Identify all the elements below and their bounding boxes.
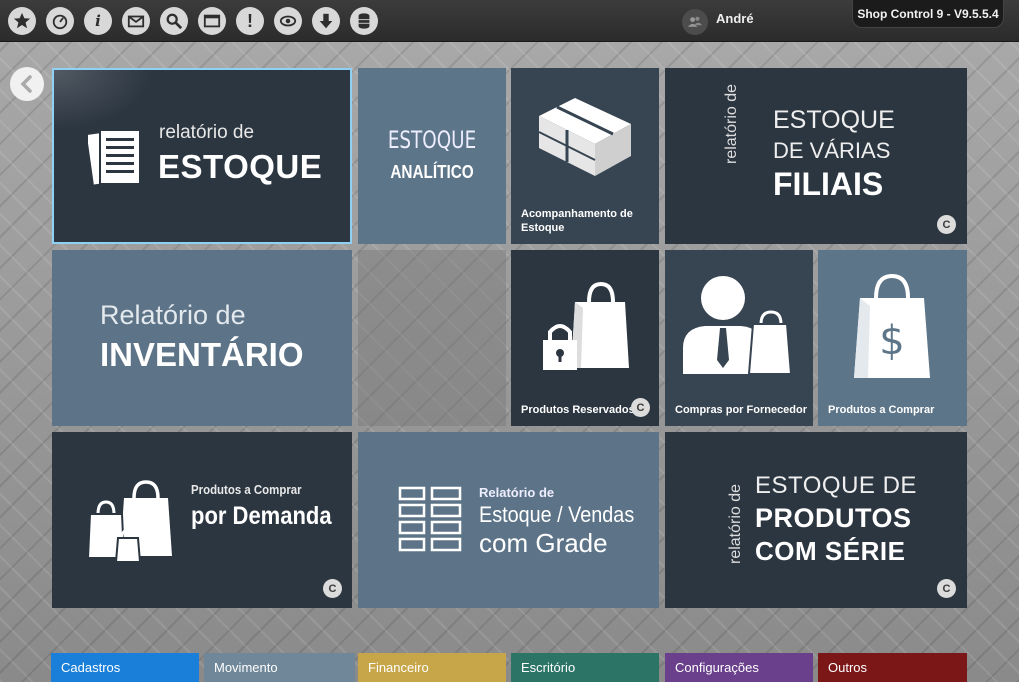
tab-financeiro[interactable]: Financeiro [358, 653, 506, 682]
tile-line2: ESTOQUE [158, 148, 323, 185]
chevron-left-icon [20, 75, 32, 93]
tab-outros[interactable]: Outros [818, 653, 967, 682]
tile-line1: ESTOQUE [387, 126, 477, 154]
money-bag-icon: $ [854, 274, 930, 378]
tile-estoque-analitico[interactable]: ESTOQUE ANALÍTICO [358, 68, 506, 244]
tile-label: Produtos Reservados [521, 404, 635, 416]
tile-inventario[interactable]: Relatório de INVENTÁRIO [52, 250, 352, 426]
dollar-symbol: $ [879, 318, 904, 364]
back-button[interactable] [10, 67, 44, 101]
tile-label: Compras por Fornecedor [675, 404, 808, 416]
tile-estoque-produtos-serie[interactable]: relatório de ESTOQUE DE PRODUTOS COM SÉR… [665, 432, 967, 608]
tile-line2: Estoque [521, 222, 565, 234]
c-badge: C [323, 579, 342, 598]
tile-estoque-varias-filiais[interactable]: relatório de ESTOQUE DE VÁRIAS FILIAIS C [665, 68, 967, 244]
tab-cadastros[interactable]: Cadastros [51, 653, 199, 682]
tile-side-label: relatório de [727, 483, 744, 564]
tile-line2: DE VÁRIAS [773, 138, 891, 163]
version-label: Shop Control 9 - V9.5.5.4 [852, 0, 1004, 28]
download-icon[interactable] [312, 7, 340, 35]
tile-line3: FILIAIS [773, 166, 884, 202]
c-badge: C [937, 579, 956, 598]
tile-produtos-por-demanda[interactable]: Produtos a Comprar por Demanda C [52, 432, 352, 608]
c-badge: C [937, 215, 956, 234]
user-info[interactable]: André [682, 9, 754, 35]
c-badge: C [631, 398, 650, 417]
supplier-icon [683, 276, 793, 375]
tab-movimento[interactable]: Movimento [204, 653, 355, 682]
tile-side-label: relatório de [723, 83, 740, 164]
tile-produtos-reservados[interactable]: Produtos Reservados C [511, 250, 659, 426]
alert-icon[interactable]: ! [236, 7, 264, 35]
tile-line2: ANALÍTICO [390, 162, 474, 182]
empty-tile [358, 250, 506, 426]
tile-line1: ESTOQUE [773, 106, 895, 134]
tile-produtos-a-comprar[interactable]: $ Produtos a Comprar [818, 250, 967, 426]
tile-estoque-vendas-grade[interactable]: Relatório de Estoque / Vendas com Grade [358, 432, 659, 608]
tile-label: Produtos a Comprar [828, 404, 935, 416]
tile-line1: Produtos a Comprar [191, 482, 302, 497]
tile-line1: ESTOQUE DE [755, 472, 917, 499]
document-icon [88, 129, 141, 185]
window-icon[interactable] [198, 7, 226, 35]
search-icon[interactable] [160, 7, 188, 35]
shopping-bags-icon [86, 480, 172, 563]
tab-configuracoes[interactable]: Configurações [665, 653, 813, 682]
tile-line2: Estoque / Vendas [479, 502, 635, 527]
locked-bag-icon [543, 281, 629, 370]
tile-compras-fornecedor[interactable]: Compras por Fornecedor [665, 250, 813, 426]
tile-line1: relatório de [159, 122, 255, 143]
users-icon [682, 9, 708, 35]
tile-relatorio-estoque[interactable]: relatório de ESTOQUE [52, 68, 352, 244]
database-icon[interactable] [350, 7, 378, 35]
tile-line1: Acompanhamento de [521, 208, 633, 220]
boxes-icon [538, 98, 631, 176]
star-icon[interactable] [8, 7, 36, 35]
tab-escritorio[interactable]: Escritório [511, 653, 659, 682]
info-icon[interactable]: i [84, 7, 112, 35]
user-name: André [716, 10, 754, 26]
tile-line2: por Demanda [191, 502, 332, 530]
tile-line1: Relatório de [100, 300, 246, 330]
tile-line2: PRODUTOS [755, 503, 912, 533]
tile-acompanhamento-estoque[interactable]: Acompanhamento de Estoque [511, 68, 659, 244]
grid-icon [398, 486, 462, 552]
top-bar: i ! André Shop Control 9 - V9.5.5.4 [0, 0, 1019, 42]
tile-line3: COM SÉRIE [755, 536, 906, 566]
eye-icon[interactable] [274, 7, 302, 35]
tile-line3: com Grade [479, 528, 608, 558]
tile-line1: Relatório de [479, 485, 555, 500]
tile-line2: INVENTÁRIO [100, 336, 304, 373]
dashboard-icon[interactable] [46, 7, 74, 35]
mail-icon[interactable] [122, 7, 150, 35]
